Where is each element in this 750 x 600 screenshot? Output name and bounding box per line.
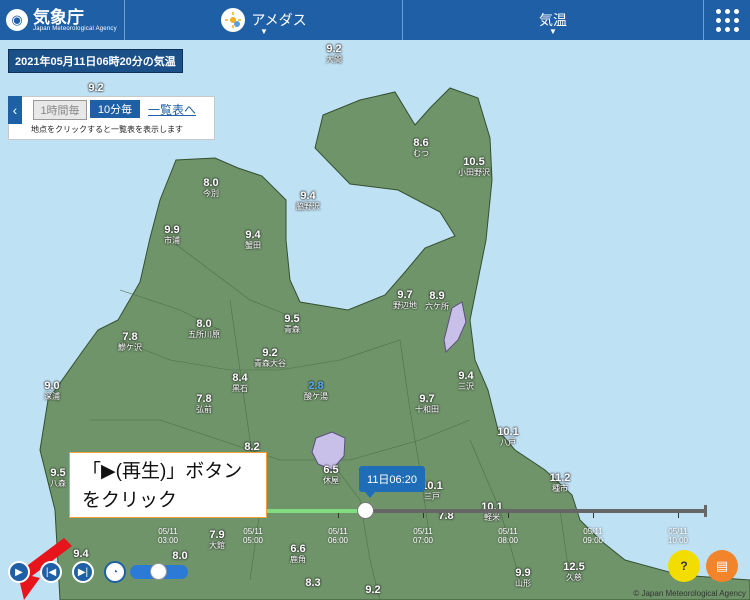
table-view-link[interactable]: 一覧表へ — [148, 101, 196, 118]
timeline-tick — [593, 513, 594, 518]
copyright: © Japan Meteorological Agency — [633, 589, 746, 598]
step-forward-icon: ▶| — [77, 566, 89, 578]
play-icon: ▶ — [15, 566, 23, 578]
timeline-tick — [678, 513, 679, 518]
timeline-tick-label: 05/11 06:00 — [327, 527, 349, 545]
station-marker[interactable]: 2.8 酸ケ湯 — [304, 381, 328, 401]
play-button[interactable]: ▶ — [8, 561, 30, 583]
station-marker[interactable]: 6.6 鹿角 — [290, 544, 306, 564]
station-marker[interactable]: 8.0 五所川原 — [188, 319, 220, 339]
station-marker[interactable]: 8.0 今別 — [203, 178, 219, 198]
timeline-tick-label: 05/11 07:00 — [412, 527, 434, 545]
station-marker[interactable]: 9.2 — [88, 83, 103, 95]
element-menu-button[interactable]: 気温 ▼ — [403, 0, 704, 40]
timeline-current-time: 11日06:20 — [359, 466, 425, 498]
step-back-button[interactable]: |◀ — [40, 561, 62, 583]
timeline-handle[interactable] — [357, 502, 374, 519]
station-marker[interactable]: 7.8 弘前 — [196, 394, 212, 414]
timeline-track[interactable] — [366, 509, 706, 513]
step-back-icon: |◀ — [45, 566, 57, 578]
app-grid-menu-icon[interactable] — [704, 0, 750, 40]
station-marker[interactable]: 9.4 脇野沢 — [296, 191, 320, 211]
speed-gauge-icon: ◔ — [104, 561, 126, 583]
timeline-tick-label: 05/11 05:00 — [242, 527, 264, 545]
timeline-tick-label: 05/11 10:00 — [667, 527, 689, 545]
station-marker[interactable]: 12.5 久慈 — [563, 562, 584, 582]
timeline-tick-label: 05/11 08:00 — [497, 527, 519, 545]
amedas-menu-button[interactable]: アメダス ▼ — [126, 0, 403, 40]
logo-subtitle: Japan Meteorological Agency — [33, 25, 117, 32]
station-marker[interactable]: 9.4 — [73, 549, 88, 561]
station-marker[interactable]: 10.1 八戸 — [497, 427, 518, 447]
jma-logo[interactable]: ◉ 気象庁 Japan Meteorological Agency — [0, 0, 125, 40]
step-forward-button[interactable]: ▶| — [72, 561, 94, 583]
help-icon[interactable]: ? — [668, 550, 700, 582]
station-marker[interactable]: 8.6 むつ — [413, 138, 429, 158]
top-bar: ◉ 気象庁 Japan Meteorological Agency アメダス ▼… — [0, 0, 750, 40]
station-marker[interactable]: 9.4 三沢 — [458, 371, 474, 391]
speed-slider-handle[interactable] — [150, 563, 167, 580]
timeline-tick — [338, 513, 339, 518]
timeline-tick — [423, 513, 424, 518]
station-marker[interactable]: 8.0 — [172, 551, 187, 563]
land-mass — [39, 87, 750, 600]
timeline-tick-label: 05/11 09:00 — [582, 527, 604, 545]
station-marker[interactable]: 9.7 十和田 — [415, 394, 439, 414]
station-marker[interactable]: 9.7 野辺地 — [393, 290, 417, 310]
station-marker[interactable]: 8.4 黒石 — [232, 373, 248, 393]
station-marker[interactable]: 9.5 八森 — [50, 468, 66, 488]
station-marker[interactable]: 9.4 蟹田 — [245, 230, 261, 250]
chevron-left-icon[interactable]: ‹ — [8, 96, 22, 124]
chevron-down-icon: ▼ — [260, 27, 268, 36]
station-marker[interactable]: 10.5 小田野沢 — [458, 157, 490, 177]
book-icon[interactable]: ▤ — [706, 550, 738, 582]
station-marker[interactable]: 7.9 大館 — [209, 530, 225, 550]
station-marker[interactable]: 9.9 山形 — [515, 568, 531, 588]
station-marker[interactable]: 8.3 — [305, 578, 320, 590]
station-marker[interactable]: 6.5 休屋 — [323, 465, 339, 485]
jma-emblem-icon: ◉ — [6, 9, 28, 31]
timeline-tick-label: 05/11 03:00 — [157, 527, 179, 545]
logo-title: 気象庁 — [33, 7, 84, 27]
amedas-icon — [221, 8, 246, 32]
instruction-callout: 「▶(再生)」ボタンをクリック — [69, 452, 267, 518]
station-marker[interactable]: 9.9 市浦 — [164, 225, 180, 245]
hourly-button[interactable]: 1時間毎 — [33, 100, 87, 120]
station-marker[interactable]: 9.5 青森 — [284, 314, 300, 334]
timeline-tick — [508, 513, 509, 518]
chevron-down-icon: ▼ — [549, 27, 557, 36]
station-marker[interactable]: 7.8 鰺ケ沢 — [118, 332, 142, 352]
station-marker[interactable]: 9.2 青森大谷 — [254, 348, 286, 368]
station-marker[interactable]: 9.2 — [365, 585, 380, 597]
page-title: 2021年05月11日06時20分の気温 — [8, 49, 183, 73]
station-marker[interactable]: 9.0 深浦 — [44, 381, 60, 401]
station-marker[interactable]: 8.9 六ケ所 — [425, 291, 449, 311]
ten-minute-button[interactable]: 10分毎 — [90, 100, 140, 118]
timeline-end-marker — [704, 505, 707, 517]
station-marker[interactable]: 9.2 大間 — [326, 44, 342, 64]
station-marker[interactable]: 11.2 種市 — [550, 473, 571, 493]
panel-hint: 地点をクリックすると一覧表を表示します — [31, 125, 183, 134]
